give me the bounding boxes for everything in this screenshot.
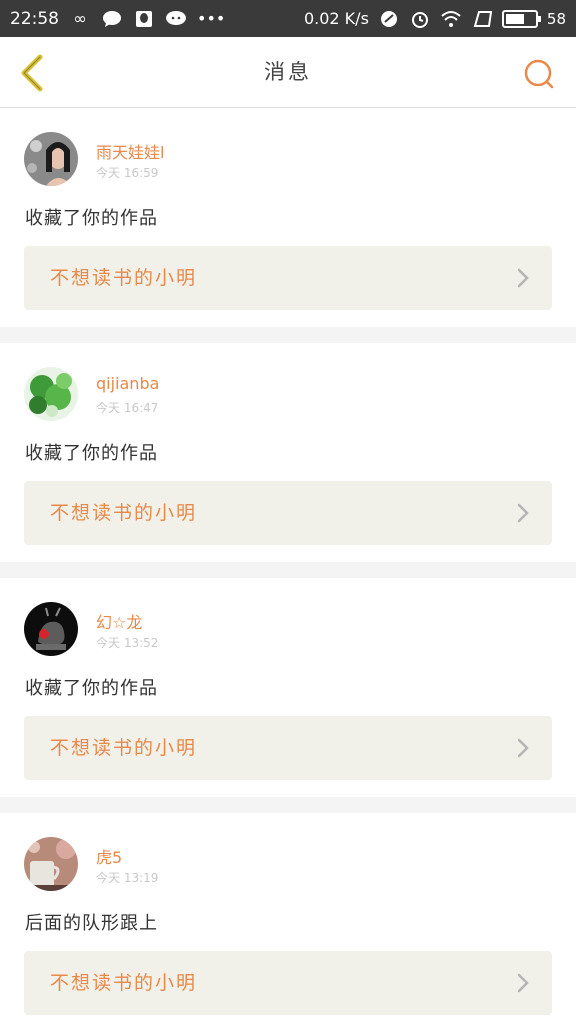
message-text: 收藏了你的作品 <box>25 443 158 464</box>
message-text: 收藏了你的作品 <box>25 208 158 229</box>
search-button[interactable] <box>522 57 556 91</box>
work-title: 不想读书的小明 <box>50 737 198 759</box>
message-text: 后面的队形跟上 <box>25 913 158 934</box>
work-title: 不想读书的小明 <box>50 267 198 289</box>
message-card: 幻☆龙 今天 13:52 收藏了你的作品 不想读书的小明 <box>0 578 576 797</box>
chevron-right-icon <box>517 268 529 288</box>
message-list: 雨天娃娃l 今天 16:59 收藏了你的作品 不想读书的小明 qijianba … <box>0 108 576 1024</box>
status-time: 22:58 <box>10 8 59 29</box>
signal-icon <box>471 10 493 28</box>
avatar[interactable] <box>24 837 78 891</box>
username[interactable]: 雨天娃娃l <box>96 139 164 163</box>
work-link[interactable]: 不想读书的小明 <box>24 481 552 545</box>
battery-icon <box>501 9 541 28</box>
infinity-icon: ∞ <box>73 8 87 28</box>
status-bar: 22:58 ∞ ••• 0.02 K/s 58 <box>0 0 576 37</box>
username[interactable]: 虎5 <box>96 844 122 868</box>
avatar[interactable] <box>24 132 78 186</box>
qq-icon <box>133 10 155 28</box>
timestamp: 今天 13:19 <box>96 871 159 885</box>
avatar[interactable] <box>24 602 78 656</box>
chevron-right-icon <box>517 973 529 993</box>
chevron-right-icon <box>517 503 529 523</box>
status-right: 0.02 K/s 58 <box>304 9 566 28</box>
work-title: 不想读书的小明 <box>50 972 198 994</box>
message-card: 虎5 今天 13:19 后面的队形跟上 不想读书的小明 <box>0 813 576 1024</box>
timestamp: 今天 16:59 <box>96 166 159 180</box>
data-sync-icon <box>378 10 400 28</box>
username[interactable]: qijianba <box>96 374 159 393</box>
wifi-icon <box>440 10 462 28</box>
work-link[interactable]: 不想读书的小明 <box>24 951 552 1015</box>
message-text: 收藏了你的作品 <box>25 678 158 699</box>
timestamp: 今天 13:52 <box>96 636 159 650</box>
search-icon <box>524 59 554 89</box>
timestamp: 今天 16:47 <box>96 401 159 415</box>
wechat-icon <box>165 10 187 28</box>
battery-level: 58 <box>546 9 566 28</box>
page-title: 消息 <box>264 60 312 84</box>
username[interactable]: 幻☆龙 <box>96 609 142 633</box>
status-left: 22:58 ∞ ••• <box>10 8 226 29</box>
work-title: 不想读书的小明 <box>50 502 198 524</box>
message-card: qijianba 今天 16:47 收藏了你的作品 不想读书的小明 <box>0 343 576 562</box>
alarm-icon <box>409 10 431 28</box>
avatar[interactable] <box>24 367 78 421</box>
work-link[interactable]: 不想读书的小明 <box>24 246 552 310</box>
chevron-right-icon <box>517 738 529 758</box>
network-speed: 0.02 K/s <box>303 9 369 28</box>
more-dots-icon: ••• <box>197 8 226 28</box>
nav-bar: 消息 <box>0 37 576 108</box>
chat-bubble-icon <box>101 10 123 28</box>
battery-fill <box>505 13 524 24</box>
message-card: 雨天娃娃l 今天 16:59 收藏了你的作品 不想读书的小明 <box>0 108 576 327</box>
work-link[interactable]: 不想读书的小明 <box>24 716 552 780</box>
